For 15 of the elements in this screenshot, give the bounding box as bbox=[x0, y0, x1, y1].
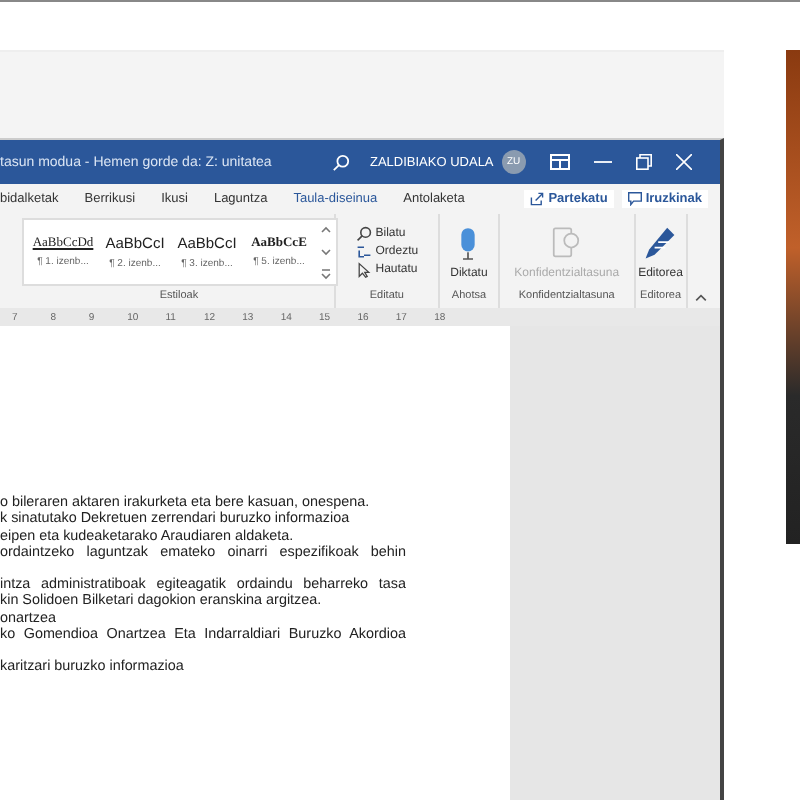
share-icon bbox=[530, 192, 545, 206]
search-icon bbox=[355, 226, 372, 242]
collapse-ribbon-icon[interactable] bbox=[694, 294, 708, 302]
tag-icon bbox=[552, 225, 581, 261]
restore-icon[interactable] bbox=[635, 154, 652, 170]
minimize-icon[interactable] bbox=[593, 160, 612, 164]
gallery-scroll-icon[interactable] bbox=[319, 222, 331, 282]
pen-icon bbox=[642, 225, 679, 261]
cursor-icon bbox=[355, 262, 372, 278]
comment-icon bbox=[627, 192, 642, 206]
microphone-icon bbox=[458, 225, 479, 261]
search-icon[interactable] bbox=[332, 153, 350, 171]
close-icon[interactable] bbox=[675, 154, 692, 170]
replace-icon bbox=[355, 244, 372, 260]
ribbon-display-icon[interactable] bbox=[549, 154, 570, 170]
